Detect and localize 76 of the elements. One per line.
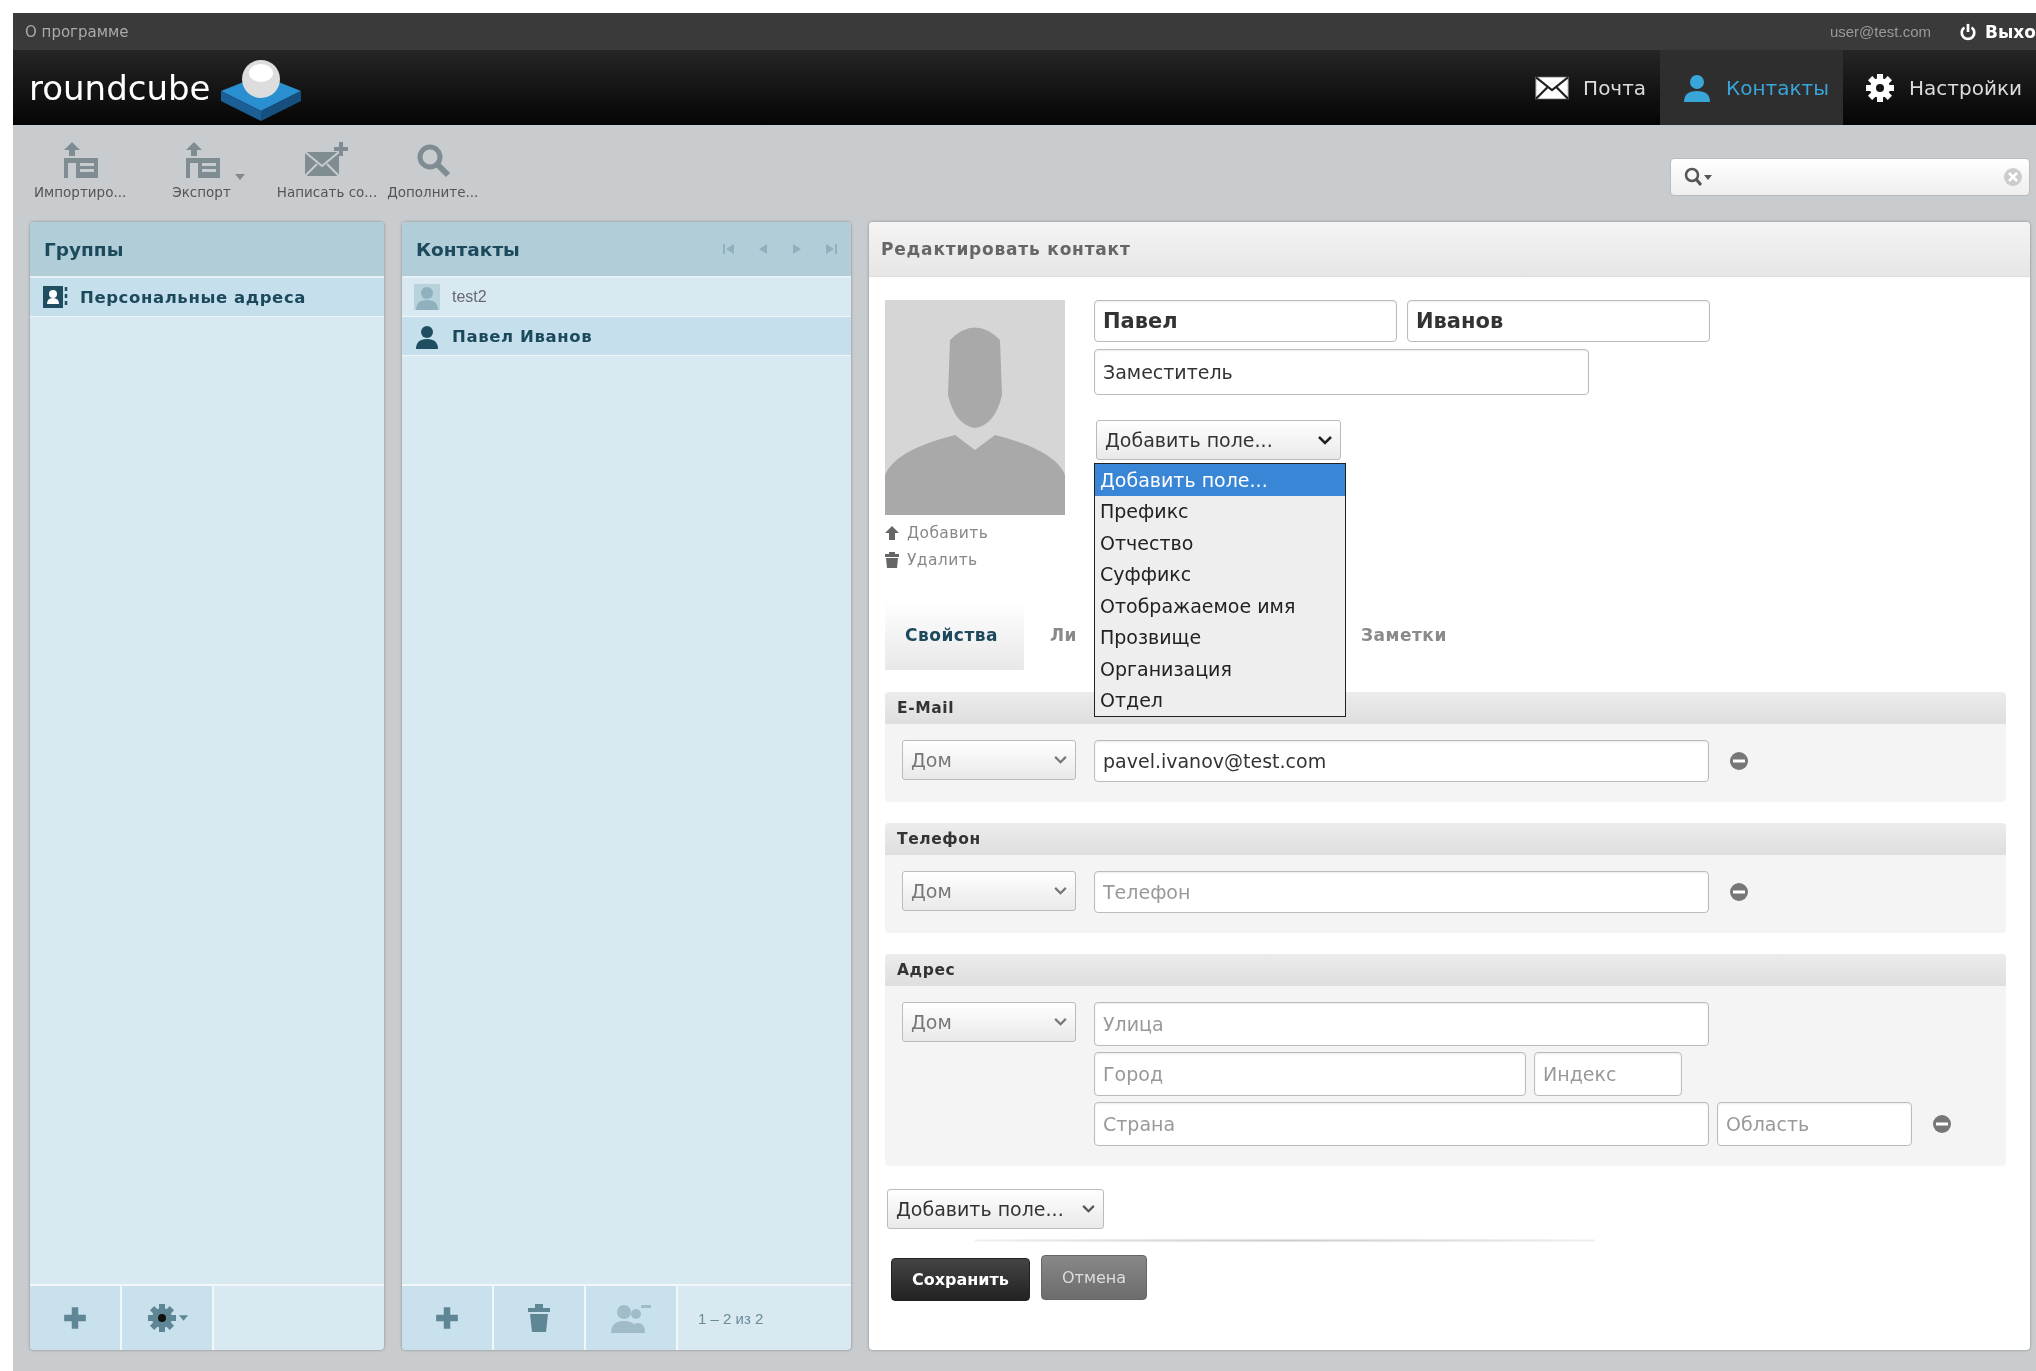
panel-title: Группы (44, 238, 125, 260)
chevron-icon (1054, 756, 1067, 764)
text-field[interactable]: Индекс (1534, 1052, 1682, 1096)
type-select[interactable]: Дом (902, 740, 1076, 780)
text-field[interactable]: Страна (1094, 1102, 1709, 1146)
plus-icon[interactable] (62, 1305, 88, 1331)
plus-icon[interactable] (434, 1305, 460, 1331)
address-book-icon (42, 284, 68, 310)
logo-text: roundcube (29, 67, 211, 108)
dropdown-option[interactable]: Добавить поле... (1095, 464, 1345, 496)
section-title: Телефон (885, 823, 2006, 855)
remove-icon[interactable] (1729, 751, 1749, 771)
person-icon (414, 323, 440, 349)
trash-icon (885, 551, 899, 568)
power-icon (1959, 22, 1977, 41)
person-icon (414, 284, 440, 310)
nav-tab[interactable]: Настройки (1843, 50, 2036, 125)
arrow-up-icon (885, 525, 899, 540)
clear-icon[interactable] (2003, 167, 2023, 187)
add-contact-button[interactable] (402, 1286, 494, 1350)
envelope-icon[interactable] (1535, 75, 1570, 100)
last-name-field[interactable]: Иванов (1407, 300, 1710, 342)
contact-count: 1 – 2 из 2 (697, 1308, 764, 1329)
dropdown-option[interactable]: Отображаемое имя (1095, 590, 1345, 622)
type-select[interactable]: Дом (902, 871, 1076, 911)
photo-action-link[interactable]: Удалить (885, 546, 1065, 573)
search-options-icon[interactable] (1683, 166, 1715, 188)
toolbar-button[interactable]: Экспорт (168, 140, 235, 200)
people-minus-icon (611, 1303, 651, 1333)
trash-icon (528, 1304, 550, 1332)
toolbar-button[interactable]: Дополните... (383, 140, 483, 200)
chevron-icon (1082, 1205, 1095, 1213)
dropdown-option[interactable]: Префикс (1095, 495, 1345, 527)
panel-title: Редактировать контакт (881, 239, 1131, 259)
add-field-select[interactable]: Добавить поле... (887, 1189, 1104, 1229)
dropdown-option[interactable]: Суффикс (1095, 558, 1345, 590)
dropdown-option[interactable]: Прозвище (1095, 621, 1345, 653)
nav-tab[interactable]: Почта (1513, 50, 1661, 125)
contact-item[interactable]: Павел Иванов (402, 317, 851, 356)
type-select[interactable]: Дом (902, 1002, 1076, 1042)
toolbar-button[interactable]: Написать со... (272, 140, 382, 200)
chevron-icon (1054, 1018, 1067, 1026)
chevron-icon (1054, 887, 1067, 895)
text-field[interactable]: pavel.ivanov@test.com (1094, 740, 1709, 782)
dropdown-option[interactable]: Организация (1095, 653, 1345, 685)
gear-icon[interactable] (1865, 72, 1896, 103)
remove-icon[interactable] (1932, 1114, 1952, 1134)
caret-icon (178, 1315, 188, 1321)
group-item[interactable]: Персональные адреса (30, 278, 384, 317)
text-field[interactable]: Телефон (1094, 871, 1709, 913)
remove-icon[interactable] (1729, 882, 1749, 902)
logout-link[interactable]: Выхо (1959, 21, 2036, 42)
text-field[interactable]: Улица (1094, 1002, 1709, 1046)
search-field[interactable] (1670, 158, 2030, 196)
job-title-field[interactable]: Заместитель (1094, 349, 1589, 395)
group-options-button[interactable] (122, 1286, 214, 1350)
text-field[interactable]: Город (1094, 1052, 1526, 1096)
add-field-select[interactable]: Добавить поле... (1096, 420, 1341, 460)
first-name-field[interactable]: Павел (1094, 300, 1397, 342)
remove-from-group-button[interactable] (586, 1286, 678, 1350)
photo-action-link[interactable]: Добавить (885, 519, 1065, 546)
section-title: Адрес (885, 954, 2006, 986)
add-group-button[interactable] (30, 1286, 122, 1350)
chevron-icon (1318, 435, 1332, 445)
user-email: user@test.com (1829, 23, 1931, 40)
panel-title: Контакты (416, 238, 521, 260)
dropdown-option[interactable]: Отчество (1095, 527, 1345, 559)
about-link[interactable]: О программе (25, 22, 129, 41)
caret-icon[interactable] (234, 174, 245, 180)
delete-button[interactable] (494, 1286, 586, 1350)
gear-icon[interactable] (146, 1303, 177, 1333)
save-button[interactable]: Сохранить (891, 1258, 1030, 1301)
person-icon[interactable] (1682, 72, 1713, 103)
nav-tab[interactable]: Контакты (1660, 50, 1844, 125)
text-field[interactable]: Область (1717, 1102, 1912, 1146)
toolbar-button[interactable]: Импортиро... (30, 140, 131, 200)
